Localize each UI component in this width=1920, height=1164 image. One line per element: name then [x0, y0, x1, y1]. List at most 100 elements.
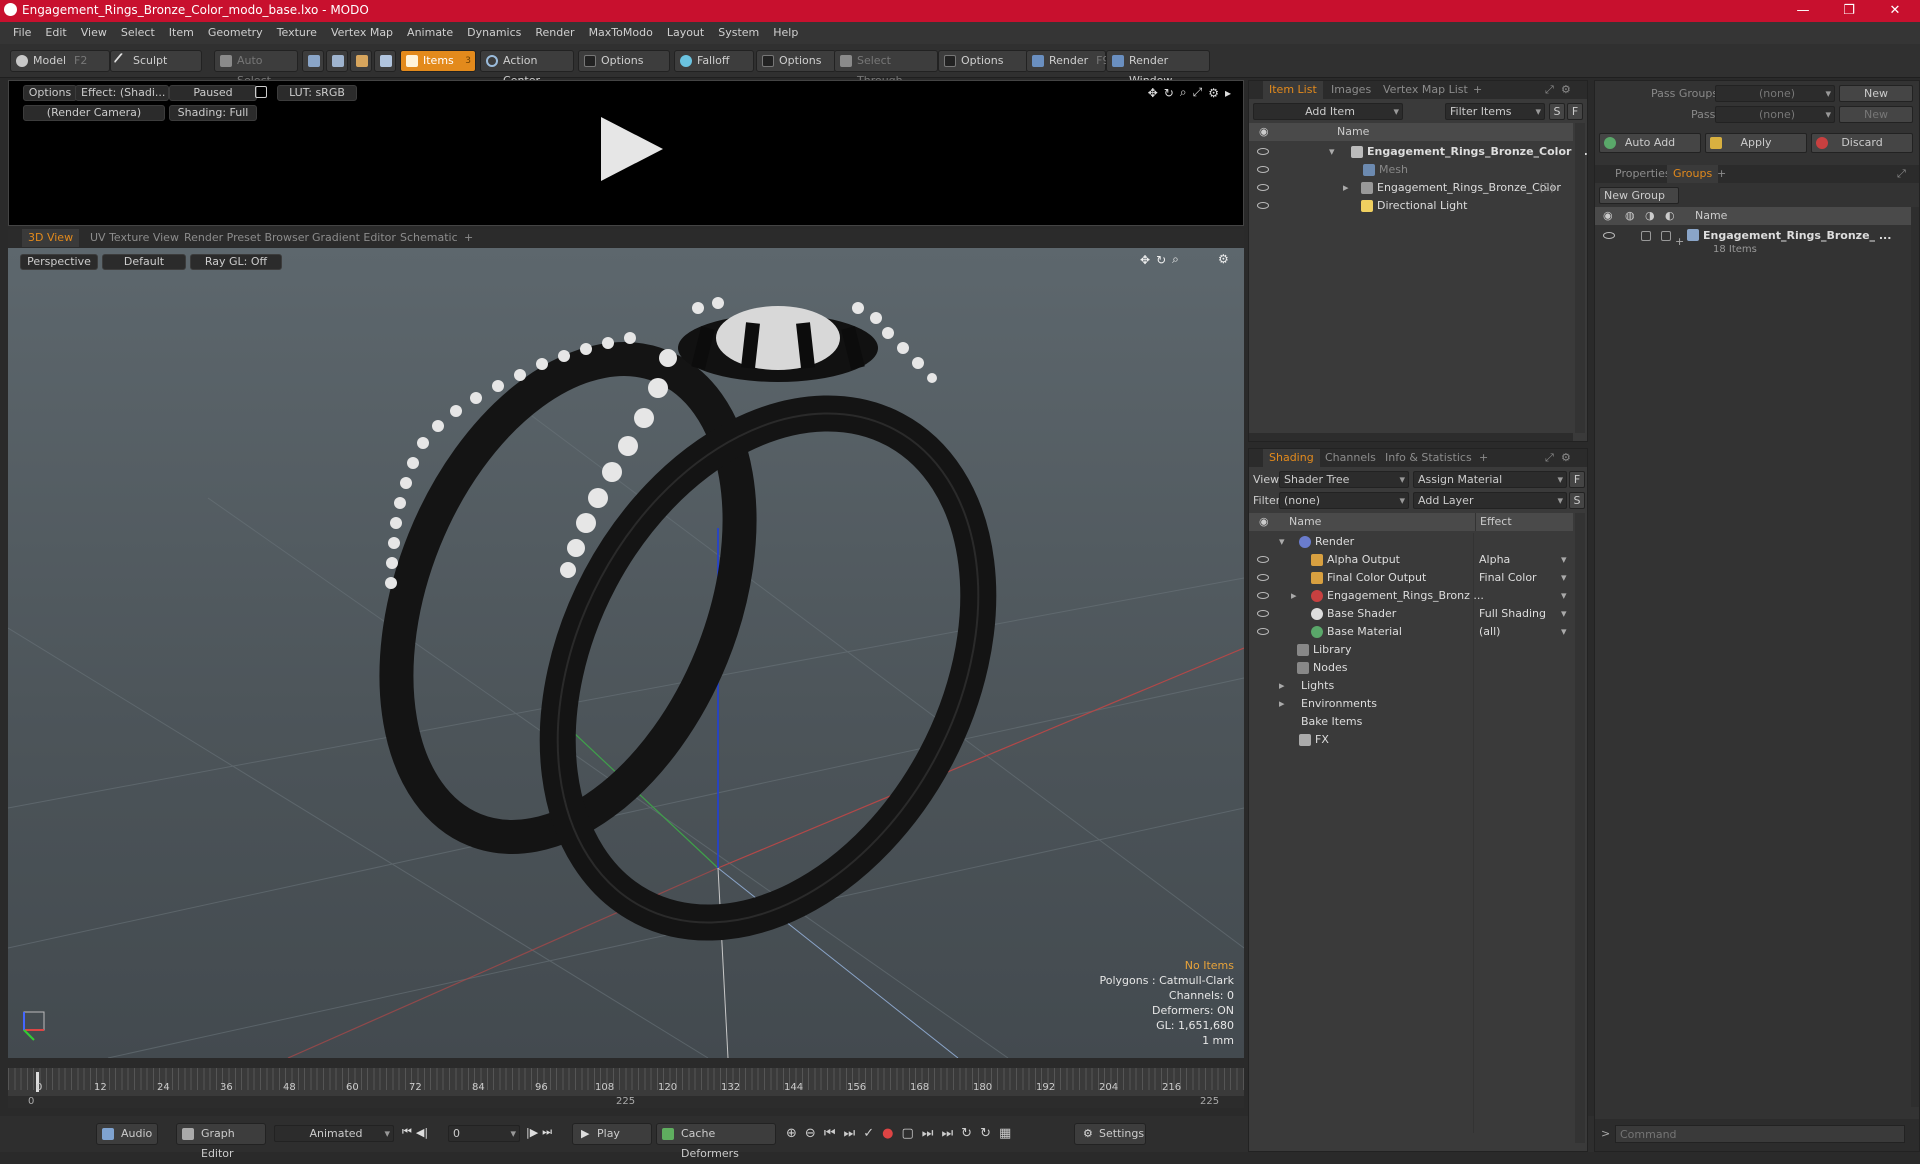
expand-icon[interactable]: ▸ — [1279, 695, 1285, 713]
preview-options-button[interactable]: Options — [23, 85, 77, 101]
menu-edit[interactable]: Edit — [38, 22, 73, 44]
record-icon[interactable]: ● — [882, 1126, 893, 1141]
paused-button[interactable]: Paused — [169, 85, 257, 101]
tree-row-light[interactable]: Directional Light — [1249, 197, 1573, 215]
graph-editor-button[interactable]: Graph Editor — [176, 1123, 266, 1160]
select-vertices-button[interactable] — [302, 50, 324, 72]
add-tab-icon[interactable]: + — [1473, 449, 1494, 467]
timeline-range[interactable]: 0 225 225 — [8, 1096, 1244, 1108]
key-tool-icon[interactable]: ▢ — [901, 1126, 913, 1141]
collapse-icon[interactable]: ▾ — [1279, 533, 1285, 551]
gear-icon[interactable]: ⚙ — [1555, 81, 1577, 99]
viewport-style-dropdown[interactable]: Default — [102, 254, 186, 270]
key-prev-icon[interactable]: ⏮ — [824, 1126, 836, 1141]
select-through-options-button[interactable]: Options — [938, 50, 1028, 72]
key-tool-icon[interactable]: ✓ — [863, 1126, 874, 1141]
eye-icon[interactable] — [1257, 148, 1269, 155]
minimize-button[interactable]: — — [1780, 0, 1826, 22]
shading-dropdown[interactable]: Shading: Full — [169, 105, 257, 121]
menu-item[interactable]: Item — [162, 22, 201, 44]
key-tool-icon[interactable]: ⏭ — [922, 1126, 934, 1141]
close-button[interactable]: ✕ — [1872, 0, 1918, 22]
maximize-icon[interactable]: ⤢ — [1193, 85, 1203, 100]
render-camera-dropdown[interactable]: (Render Camera) — [23, 105, 165, 121]
horizontal-scrollbar[interactable] — [1249, 433, 1573, 441]
shader-row-lights[interactable]: ▸ Lights — [1249, 677, 1573, 695]
gear-icon[interactable]: ⚙ — [1555, 449, 1577, 467]
pass-groups-dropdown[interactable]: (none) — [1715, 85, 1835, 102]
menu-select[interactable]: Select — [114, 22, 162, 44]
menu-file[interactable]: File — [6, 22, 38, 44]
cache-deformers-button[interactable]: Cache Deformers — [656, 1123, 776, 1160]
auto-add-button[interactable]: Auto Add — [1599, 133, 1701, 153]
rotate-icon[interactable]: ↻ — [1156, 253, 1166, 267]
shader-row-bake-items[interactable]: Bake Items — [1249, 713, 1573, 731]
eye-icon[interactable] — [1257, 628, 1269, 635]
play-render-icon[interactable] — [601, 117, 663, 181]
menu-maxtomodo[interactable]: MaxToModo — [582, 22, 660, 44]
perspective-dropdown[interactable]: Perspective — [20, 254, 98, 270]
shader-row-environments[interactable]: ▸ Environments — [1249, 695, 1573, 713]
eye-icon[interactable] — [1257, 592, 1269, 599]
effect-dropdown[interactable]: Final Color — [1479, 569, 1537, 587]
key-tool-icon[interactable]: ▦ — [999, 1126, 1011, 1141]
select-edges-button[interactable] — [326, 50, 348, 72]
auto-select-button[interactable]: Auto Select — [214, 50, 298, 87]
vertical-scrollbar[interactable] — [1911, 207, 1919, 1107]
tab-info-statistics[interactable]: Info & Statistics — [1379, 449, 1478, 467]
assign-material-button[interactable]: Assign Material — [1413, 471, 1567, 488]
shader-row-final-color-output[interactable]: Final Color Output Final Color ▾ — [1249, 569, 1573, 587]
frame-input[interactable]: 0 — [448, 1125, 520, 1142]
timeline[interactable]: 0 12 24 36 48 60 72 84 96 108 120 132 14… — [8, 1068, 1244, 1108]
go-to-start-icon[interactable]: ⏮ — [402, 1125, 412, 1139]
key-tool-icon[interactable]: ↻ — [980, 1126, 991, 1141]
shader-row-material-group[interactable]: ▸ Engagement_Rings_Bronz ... ▾ — [1249, 587, 1573, 605]
shader-row-base-shader[interactable]: Base Shader Full Shading ▾ — [1249, 605, 1573, 623]
maximize-button[interactable]: ❐ — [1826, 0, 1872, 22]
discard-button[interactable]: Discard — [1811, 133, 1913, 153]
tab-shading[interactable]: Shading — [1263, 449, 1320, 467]
move-icon[interactable]: ✥ — [1148, 86, 1158, 100]
menu-vertex-map[interactable]: Vertex Map — [324, 22, 400, 44]
new-pass-button[interactable]: New — [1839, 106, 1913, 123]
key-tool-icon[interactable]: ⏭ — [941, 1126, 953, 1141]
play-button[interactable]: ▶ Play — [572, 1123, 652, 1145]
tab-gradient-editor[interactable]: Gradient Editor — [306, 229, 402, 247]
select-materials-button[interactable] — [374, 50, 396, 72]
items-mode-button[interactable]: Items 3 — [400, 50, 476, 72]
filter-dropdown[interactable]: (none) — [1279, 492, 1409, 509]
tab-render-preset-browser[interactable]: Render Preset Browser — [178, 229, 315, 247]
eye-icon[interactable] — [1257, 202, 1269, 209]
key-tool-icon[interactable]: ↻ — [961, 1126, 972, 1141]
vertical-scrollbar[interactable] — [1575, 123, 1585, 433]
key-next-icon[interactable]: ⏭ — [844, 1126, 856, 1141]
shader-row-library[interactable]: Library — [1249, 641, 1573, 659]
add-tab-icon[interactable]: + — [458, 229, 479, 247]
raygl-toggle[interactable]: Ray GL: Off — [190, 254, 282, 270]
add-layer-dropdown[interactable]: Add Layer — [1413, 492, 1567, 509]
falloff-options-button[interactable]: Options — [756, 50, 836, 72]
shader-row-base-material[interactable]: Base Material (all) ▾ — [1249, 623, 1573, 641]
passes-dropdown[interactable]: (none) — [1715, 106, 1835, 123]
expand-icon[interactable]: ⤢ — [1891, 165, 1912, 183]
prev-key-icon[interactable]: ◀| — [416, 1126, 428, 1139]
eye-icon[interactable] — [1603, 232, 1615, 239]
shader-row-fx[interactable]: FX — [1249, 731, 1573, 749]
sculpt-mode-button[interactable]: Sculpt — [110, 50, 202, 72]
key-tool-icon[interactable]: ⊕ — [786, 1126, 797, 1141]
menu-geometry[interactable]: Geometry — [201, 22, 270, 44]
chevron-down-icon[interactable]: ▾ — [1561, 569, 1567, 587]
menu-render[interactable]: Render — [528, 22, 581, 44]
tab-item-list[interactable]: Item List — [1263, 81, 1323, 99]
eye-icon[interactable] — [1257, 556, 1269, 563]
animated-dropdown[interactable]: Animated — [274, 1125, 394, 1142]
new-group-button[interactable]: New Group — [1599, 187, 1679, 204]
lut-dropdown[interactable]: LUT: sRGB — [277, 85, 357, 101]
expand-icon[interactable]: ▸ — [1343, 179, 1349, 197]
add-tab-icon[interactable]: + — [1467, 81, 1488, 99]
shader-row-nodes[interactable]: Nodes — [1249, 659, 1573, 677]
move-icon[interactable]: ✥ — [1140, 253, 1150, 267]
command-expand-icon[interactable]: > — [1601, 1127, 1610, 1140]
tab-schematic[interactable]: Schematic — [394, 229, 464, 247]
f-toggle[interactable]: F — [1569, 471, 1585, 488]
